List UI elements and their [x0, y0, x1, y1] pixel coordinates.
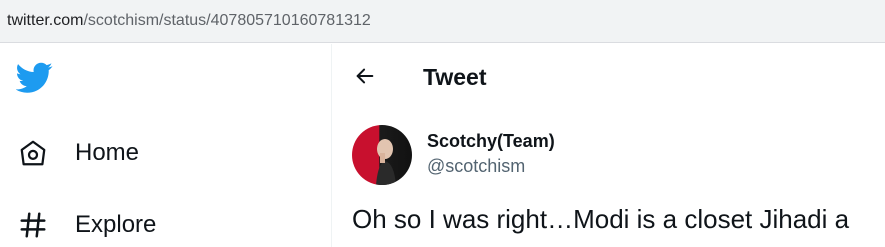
page-title: Tweet [423, 64, 487, 90]
address-bar[interactable]: twitter.com/scotchism/status/40780571016… [0, 0, 885, 43]
avatar[interactable] [352, 125, 412, 185]
url-path: /scotchism/status/407805710160781312 [83, 12, 371, 29]
back-button[interactable] [351, 64, 379, 92]
twitter-bird-icon[interactable] [15, 62, 53, 94]
main-column: Tweet Scotchy(Team) @scotchism Oh so I w… [333, 44, 885, 247]
display-name[interactable]: Scotchy(Team) [427, 131, 555, 152]
url-domain: twitter.com [7, 12, 84, 29]
sidebar-item-label: Explore [75, 211, 157, 238]
sidebar-item-label: Home [75, 139, 140, 166]
arrow-left-icon [354, 65, 376, 92]
hashtag-icon [18, 210, 48, 240]
sidebar: Home Explore [0, 44, 332, 247]
user-handle[interactable]: @scotchism [427, 156, 525, 177]
tweet-text: Oh so I was right…Modi is a closet Jihad… [352, 204, 850, 234]
home-icon [18, 138, 48, 168]
sidebar-item-home[interactable]: Home [18, 138, 139, 168]
sidebar-item-explore[interactable]: Explore [18, 210, 156, 240]
